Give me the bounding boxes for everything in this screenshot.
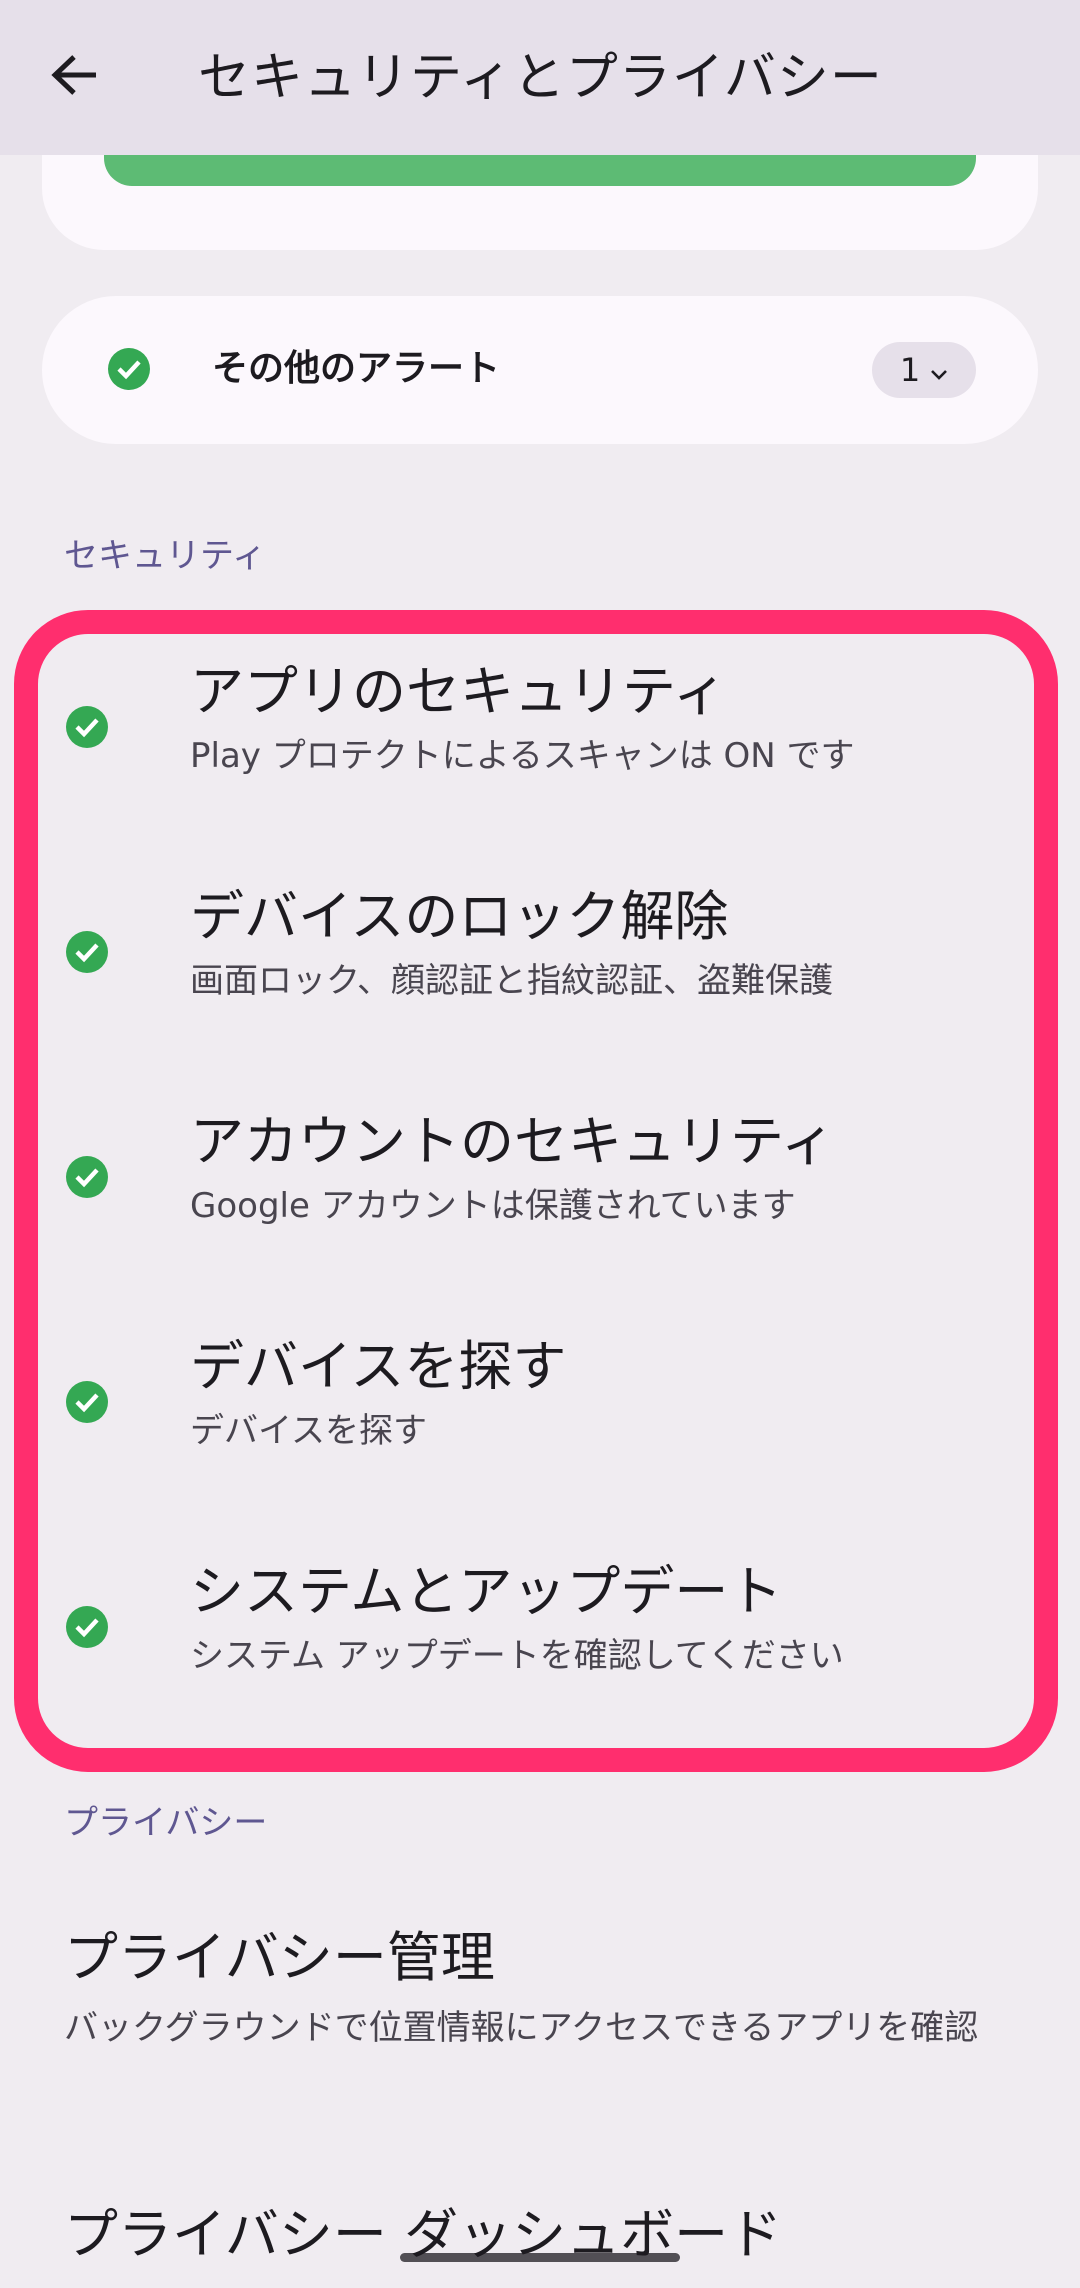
security-item-system-updates[interactable]: システムとアップデート システム アップデートを確認してください — [40, 1514, 1040, 1726]
other-alerts-card[interactable]: その他のアラート 1 — [42, 296, 1038, 444]
item-subtitle: システム アップデートを確認してください — [190, 1636, 844, 1676]
privacy-section-header: プライバシー — [64, 1803, 268, 1843]
other-alerts-label: その他のアラート — [212, 348, 501, 389]
check-circle-icon — [66, 931, 108, 973]
item-title: プライバシー管理 — [64, 1926, 495, 1989]
security-section-header: セキュリティ — [64, 536, 266, 576]
item-subtitle: Play プロテクトによるスキャンは ON です — [190, 736, 855, 776]
check-circle-icon — [66, 1606, 108, 1648]
security-item-device-unlock[interactable]: デバイスのロック解除 画面ロック、顔認証と指紋認証、盗難保護 — [40, 839, 1040, 1051]
item-title: アプリのセキュリティ — [190, 660, 727, 723]
screen: セキュリティとプライバシー その他のアラート 1 セキュリティ アプリのセキュリ… — [0, 0, 1080, 2288]
page-title: セキュリティとプライバシー — [198, 48, 883, 108]
check-circle-icon — [66, 1156, 108, 1198]
gesture-nav-handle[interactable] — [400, 2253, 680, 2262]
item-title: システムとアップデート — [190, 1560, 783, 1623]
item-title: デバイスを探す — [190, 1335, 567, 1398]
arrow-back-icon — [50, 53, 98, 101]
check-circle-icon — [108, 348, 150, 390]
item-title: アカウントのセキュリティ — [190, 1110, 835, 1173]
item-title: デバイスのロック解除 — [190, 885, 729, 948]
security-item-account-security[interactable]: アカウントのセキュリティ Google アカウントは保護されています — [40, 1064, 1040, 1276]
item-subtitle: 画面ロック、顔認証と指紋認証、盗難保護 — [190, 961, 833, 1001]
item-subtitle: Google アカウントは保護されています — [190, 1186, 796, 1226]
check-circle-icon — [66, 706, 108, 748]
item-subtitle: デバイスを探す — [190, 1411, 427, 1451]
privacy-item-controls[interactable]: プライバシー管理 バックグラウンドで位置情報にアクセスできるアプリを確認 — [64, 1923, 1024, 2055]
top-app-bar: セキュリティとプライバシー — [0, 0, 1080, 155]
security-item-app-security[interactable]: アプリのセキュリティ Play プロテクトによるスキャンは ON です — [40, 614, 1040, 826]
alerts-count: 1 — [899, 351, 921, 389]
chevron-down-icon — [930, 351, 948, 389]
item-subtitle: バックグラウンドで位置情報にアクセスできるアプリを確認 — [64, 2008, 979, 2048]
check-circle-icon — [66, 1381, 108, 1423]
back-button[interactable] — [38, 36, 110, 118]
alerts-count-chip[interactable]: 1 — [872, 342, 976, 398]
security-item-find-device[interactable]: デバイスを探す デバイスを探す — [40, 1289, 1040, 1501]
